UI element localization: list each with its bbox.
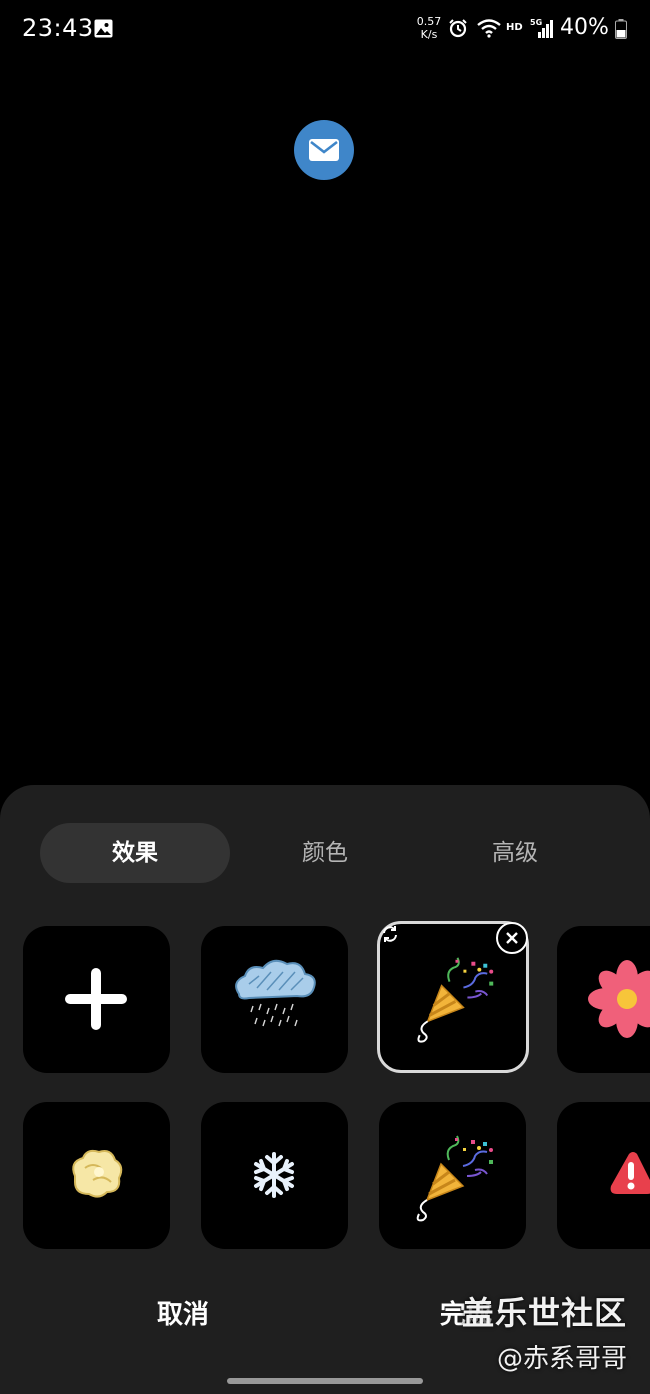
- tab-effects[interactable]: 效果: [40, 823, 230, 883]
- mail-icon: [294, 120, 354, 180]
- wifi-icon: [477, 19, 501, 38]
- signal-icon: 5G: [530, 18, 553, 38]
- battery-percent: 40%: [560, 15, 609, 40]
- watermark-author: @赤系哥哥: [497, 1344, 628, 1374]
- snowflake-icon: [254, 1152, 294, 1198]
- flower-icon: [588, 960, 650, 1038]
- status-bar: 23:43 0.57 K/s HD 5G 40%: [0, 0, 650, 58]
- party-popper-icon: [416, 1135, 493, 1222]
- effect-tile-party[interactable]: [379, 1102, 526, 1249]
- effect-tile-popcorn[interactable]: [23, 1102, 170, 1249]
- watermark: 盖乐世社区 @赤系哥哥: [462, 1288, 627, 1375]
- effect-tile-rain[interactable]: [201, 926, 348, 1073]
- alert-icon: [610, 1152, 650, 1194]
- effect-tile-flower[interactable]: [557, 926, 650, 1073]
- effect-tile-alert[interactable]: [557, 1102, 650, 1249]
- effect-tile-party-selected[interactable]: [377, 921, 529, 1073]
- network-speed: 0.57 K/s: [414, 15, 444, 41]
- network-speed-unit: K/s: [420, 28, 438, 41]
- popcorn-icon: [72, 1149, 123, 1198]
- tab-color[interactable]: 颜色: [230, 823, 420, 883]
- refresh-icon[interactable]: [380, 924, 400, 944]
- svg-text:5G: 5G: [530, 18, 542, 27]
- hd-label: HD: [506, 22, 523, 33]
- remove-effect-button[interactable]: [496, 922, 528, 954]
- battery-icon: [615, 19, 627, 39]
- effect-tile-add[interactable]: [23, 926, 170, 1073]
- alarm-icon: [449, 19, 467, 38]
- sheet-tabs: 效果 颜色 高级: [40, 823, 610, 883]
- status-time: 23:43: [22, 14, 94, 42]
- network-speed-value: 0.57: [416, 15, 442, 28]
- effect-tile-snow[interactable]: [201, 1102, 348, 1249]
- screen: 23:43 0.57 K/s HD 5G 40% 效果 颜色 高级 取消 完成 …: [0, 0, 650, 1394]
- rain-cloud-icon: [235, 959, 316, 1027]
- cancel-button[interactable]: 取消: [83, 1285, 283, 1345]
- plus-icon: [65, 968, 127, 1030]
- gallery-icon: [94, 19, 113, 38]
- close-icon: [506, 932, 518, 944]
- home-indicator[interactable]: [227, 1378, 423, 1384]
- watermark-title: 盖乐世社区: [462, 1294, 628, 1332]
- tab-advanced[interactable]: 高级: [420, 823, 610, 883]
